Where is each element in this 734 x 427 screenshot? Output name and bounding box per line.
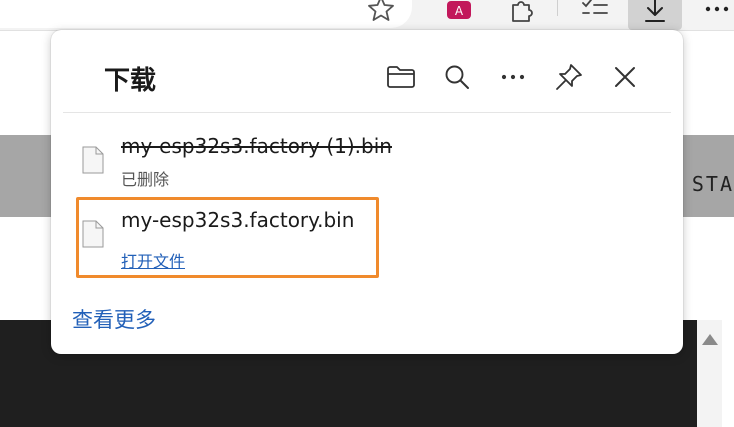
translate-icon[interactable]: A [442, 0, 476, 26]
more-options-button[interactable] [496, 60, 530, 94]
favorite-star-icon[interactable] [364, 0, 398, 26]
flyout-title: 下载 [104, 66, 157, 96]
downloads-button[interactable] [628, 0, 682, 30]
pin-icon [556, 64, 582, 90]
folder-icon [387, 66, 415, 88]
close-button[interactable] [608, 60, 642, 94]
page-banner-text: STA [691, 172, 734, 196]
search-downloads-button[interactable] [440, 60, 474, 94]
see-more-link[interactable]: 查看更多 [72, 304, 156, 334]
close-icon [615, 67, 635, 87]
toolbar-separator [557, 0, 558, 16]
settings-more-icon[interactable] [700, 0, 734, 26]
open-downloads-folder-button[interactable] [384, 60, 418, 94]
address-bar[interactable] [0, 0, 412, 28]
extensions-icon[interactable] [504, 0, 538, 26]
search-icon [445, 65, 469, 89]
browser-toolbar: A [0, 0, 734, 31]
highlight-annotation [76, 197, 379, 278]
file-name: my-esp32s3.factory (1).bin [121, 134, 392, 158]
file-icon [82, 146, 104, 174]
download-item[interactable]: my-esp32s3.factory (1).bin 已删除 [76, 128, 396, 198]
file-status: 已删除 [121, 170, 170, 189]
scroll-up-arrow-icon[interactable] [702, 334, 718, 345]
svg-text:A: A [455, 4, 464, 18]
collections-icon[interactable] [578, 0, 612, 26]
downloads-flyout: 下载 my-esp32s3.factory (1).bin 已删除 my-esp… [51, 30, 683, 354]
flyout-divider [63, 112, 671, 113]
pin-button[interactable] [552, 60, 586, 94]
more-options-icon [501, 74, 525, 80]
